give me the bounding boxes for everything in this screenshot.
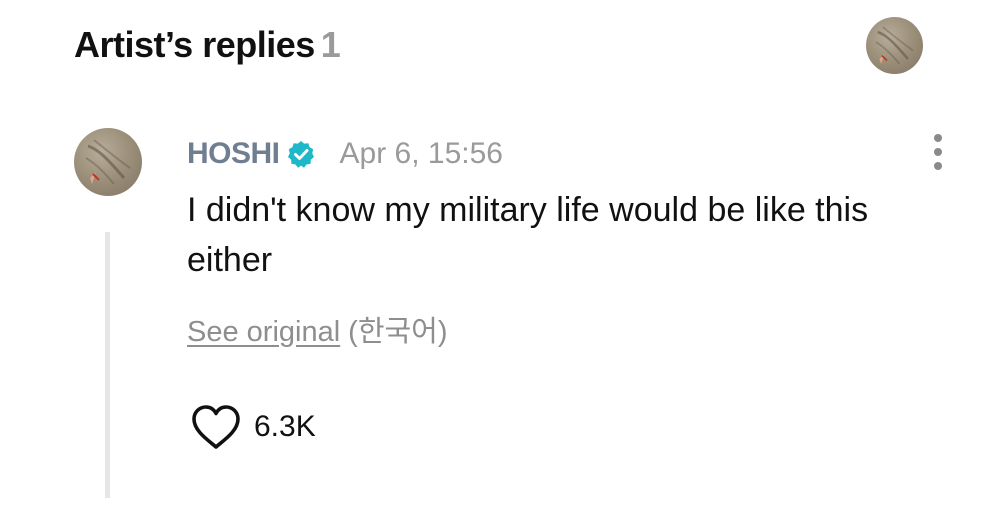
author-avatar[interactable]: [74, 128, 142, 196]
comment-timestamp: Apr 6, 15:56: [339, 137, 503, 170]
header-avatar[interactable]: [866, 17, 923, 74]
more-options-button[interactable]: [922, 130, 954, 174]
author-name[interactable]: HOSHI: [187, 137, 280, 171]
header-title: Artist’s replies 1: [74, 24, 341, 66]
comment-meta: HOSHI Apr 6, 15:56: [187, 134, 503, 174]
comment-text: I didn't know my military life would be …: [187, 191, 869, 279]
like-row: 6.3K: [190, 402, 316, 452]
verified-badge-icon: [286, 139, 316, 169]
heart-outline-icon[interactable]: [190, 403, 242, 451]
original-language-label: (한국어): [348, 316, 448, 348]
like-count: 6.3K: [254, 410, 316, 443]
thread-line: [105, 232, 110, 498]
translation-row: See original (한국어): [187, 308, 448, 350]
see-original-link[interactable]: See original: [187, 316, 340, 348]
header-title-text: Artist’s replies: [74, 24, 315, 65]
reply-count: 1: [320, 24, 341, 65]
more-vertical-icon: [934, 134, 942, 170]
